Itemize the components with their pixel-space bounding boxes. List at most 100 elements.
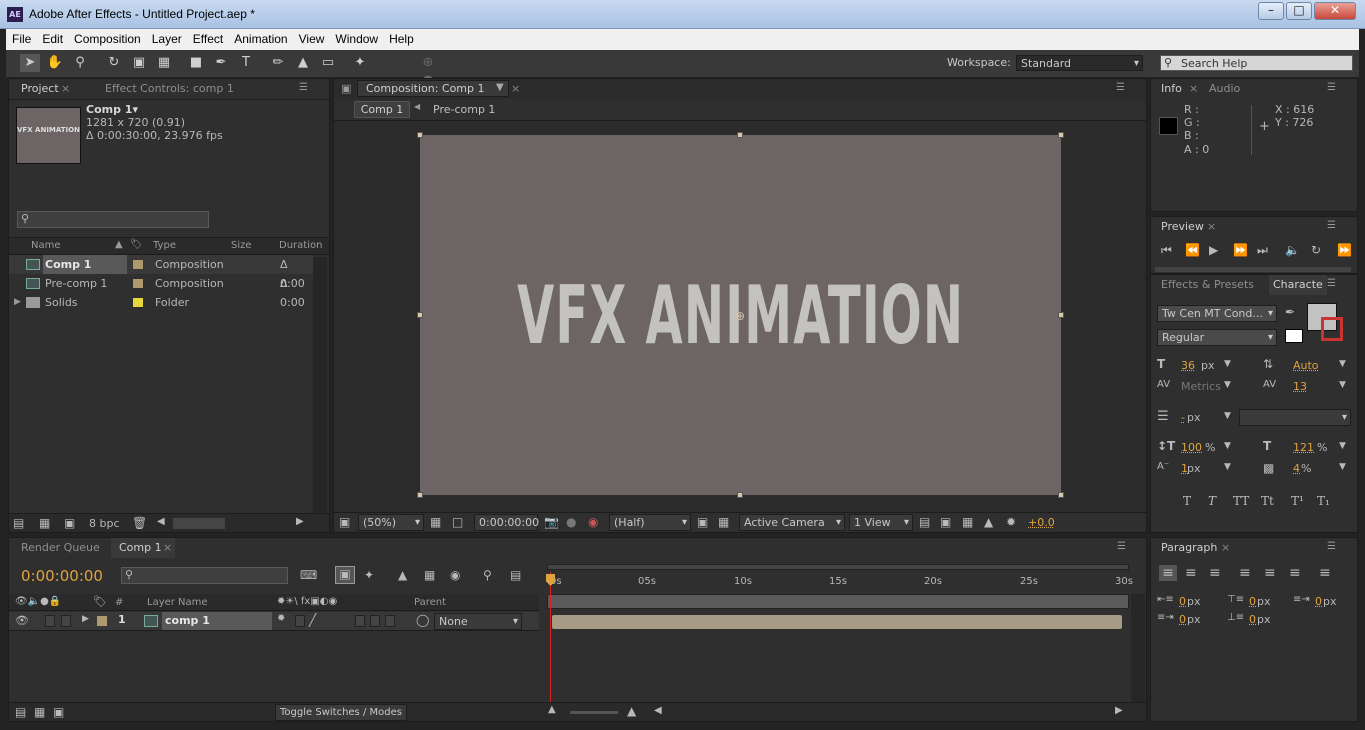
safe-zones-icon[interactable]: ▦: [430, 515, 441, 529]
project-search-input[interactable]: ⚲: [17, 211, 209, 228]
project-item-row[interactable]: Pre-comp 1 Composition Δ 0:00: [9, 274, 313, 309]
close-tab-icon[interactable]: ×: [511, 82, 520, 95]
label-color-swatch[interactable]: [133, 260, 143, 269]
work-area-range[interactable]: [547, 594, 1129, 609]
scroll-right-icon[interactable]: ▶: [1115, 705, 1123, 716]
transform-handle[interactable]: [417, 492, 423, 498]
project-item-row[interactable]: Comp 1 Composition Δ 0:00: [9, 255, 313, 290]
indent-left-value[interactable]: 0: [1179, 595, 1186, 608]
close-tab-icon[interactable]: ×: [61, 82, 70, 95]
views-select[interactable]: 1 View: [849, 514, 913, 531]
loop-icon[interactable]: ↻: [1311, 243, 1321, 257]
menu-layer[interactable]: Layer: [146, 29, 187, 46]
next-frame-icon[interactable]: ⏩: [1233, 243, 1248, 257]
minimize-button[interactable]: –: [1258, 2, 1284, 20]
panel-menu-icon[interactable]: ☰: [1116, 82, 1125, 93]
menu-animation[interactable]: Animation: [228, 29, 292, 46]
layer-name[interactable]: comp 1: [162, 612, 272, 630]
3d-switch[interactable]: [385, 615, 395, 627]
scroll-right-icon[interactable]: ▶: [296, 516, 304, 527]
lock-icon[interactable]: ▣: [341, 82, 351, 95]
chevron-down-icon[interactable]: ▼: [1339, 441, 1346, 451]
rotate-tool-icon[interactable]: ↻: [104, 54, 124, 72]
current-time-indicator[interactable]: [550, 572, 551, 702]
expand-layer-switches-icon[interactable]: ▤: [15, 705, 26, 719]
project-scrollbar[interactable]: [313, 257, 327, 513]
zoom-in-icon[interactable]: ▲: [627, 704, 636, 718]
channel-icon[interactable]: ◉: [588, 515, 598, 529]
snapshot-icon[interactable]: 📷: [544, 515, 559, 529]
parent-select[interactable]: None: [434, 613, 522, 630]
menu-file[interactable]: File: [6, 29, 36, 46]
region-of-interest-icon[interactable]: ▣: [697, 515, 708, 529]
hand-tool-icon[interactable]: ✋: [45, 54, 65, 72]
rectangle-tool-icon[interactable]: ■: [186, 54, 206, 72]
font-style-select[interactable]: Regular: [1157, 329, 1277, 346]
eraser-tool-icon[interactable]: ▭: [318, 54, 338, 72]
resolution-select[interactable]: (Half): [609, 514, 691, 531]
transparency-grid-icon[interactable]: ▦: [718, 515, 729, 529]
close-tab-icon[interactable]: ×: [163, 541, 172, 554]
scroll-left-icon[interactable]: ◀: [157, 516, 165, 527]
hide-shy-layers-icon[interactable]: ✦: [364, 568, 374, 582]
col-name[interactable]: Name: [31, 240, 61, 251]
panel-menu-icon[interactable]: ☰: [1327, 220, 1336, 231]
transform-handle[interactable]: [737, 492, 743, 498]
work-area-bar[interactable]: [547, 564, 1129, 570]
time-ruler[interactable]: 0s 05s 10s 15s 20s 25s 30s: [547, 572, 1133, 592]
exposure-value[interactable]: +0.0: [1028, 516, 1055, 529]
menu-composition[interactable]: Composition: [68, 29, 146, 46]
stroke-color-swatch[interactable]: [1321, 317, 1343, 341]
font-size-value[interactable]: 36: [1181, 359, 1195, 372]
tab-paragraph[interactable]: Paragraph: [1157, 538, 1221, 558]
transform-handle[interactable]: [1058, 492, 1064, 498]
tab-render-queue[interactable]: Render Queue: [17, 538, 104, 558]
chevron-down-icon[interactable]: ▼: [1224, 380, 1231, 390]
tracking-value[interactable]: 13: [1293, 380, 1307, 393]
frame-blending-icon[interactable]: ▲: [398, 568, 407, 582]
tab-character[interactable]: Characte: [1269, 275, 1327, 295]
white-swatch[interactable]: [1285, 329, 1303, 343]
col-duration[interactable]: Duration: [279, 240, 322, 251]
new-folder-icon[interactable]: ▦: [39, 516, 50, 530]
horizontal-scrollbar[interactable]: [173, 518, 225, 529]
transform-handle[interactable]: [1058, 312, 1064, 318]
clone-stamp-tool-icon[interactable]: ▲: [293, 54, 313, 72]
chevron-down-icon[interactable]: ▼: [1224, 441, 1231, 451]
align-right-icon[interactable]: ≡: [1209, 565, 1221, 581]
justify-last-left-icon[interactable]: ≡: [1239, 565, 1251, 581]
camera-tool-icon[interactable]: ▣: [129, 54, 149, 72]
brainstorm-icon[interactable]: ◉: [450, 568, 460, 582]
menu-view[interactable]: View: [293, 29, 330, 46]
breadcrumb-comp-1[interactable]: Comp 1: [354, 101, 410, 118]
panel-menu-icon[interactable]: ☰: [1327, 541, 1336, 552]
maximize-button[interactable]: □: [1286, 2, 1312, 20]
transform-handle[interactable]: [417, 132, 423, 138]
stroke-style-select[interactable]: [1239, 409, 1351, 426]
align-left-icon[interactable]: ≡: [1159, 565, 1177, 581]
expand-timing-icon[interactable]: ▣: [53, 705, 64, 719]
close-tab-icon[interactable]: ×: [1221, 541, 1230, 554]
mask-visibility-icon[interactable]: □: [452, 515, 463, 529]
collapse-switch-icon[interactable]: ✹: [277, 613, 285, 624]
pick-whip-icon[interactable]: ◯: [416, 613, 429, 627]
adjustment-switch[interactable]: [370, 615, 380, 627]
align-center-icon[interactable]: ≡: [1185, 565, 1197, 581]
superscript-button[interactable]: T¹: [1291, 494, 1304, 508]
transform-handle[interactable]: [737, 132, 743, 138]
layer-duration-bar[interactable]: [552, 615, 1122, 629]
first-frame-icon[interactable]: ⏮: [1161, 243, 1172, 258]
zoom-slider[interactable]: [570, 711, 618, 714]
show-snapshot-icon[interactable]: ●: [566, 515, 576, 529]
search-help-field[interactable]: ⚲ Search Help: [1160, 55, 1353, 71]
close-tab-icon[interactable]: ×: [1189, 82, 1198, 95]
space-before-value[interactable]: 0: [1249, 595, 1256, 608]
magnification-select[interactable]: (50%): [358, 514, 424, 531]
indent-right-value[interactable]: 0: [1315, 595, 1322, 608]
justify-all-icon[interactable]: ≡: [1319, 565, 1331, 581]
horizontal-scale-value[interactable]: 121: [1293, 441, 1314, 454]
tab-composition[interactable]: Composition: Comp 1 ▼: [357, 80, 509, 97]
col-layer-name[interactable]: Layer Name: [147, 597, 208, 608]
exposure-icon[interactable]: ✹: [1006, 515, 1016, 529]
tab-effect-controls[interactable]: Effect Controls: comp 1: [101, 79, 238, 99]
